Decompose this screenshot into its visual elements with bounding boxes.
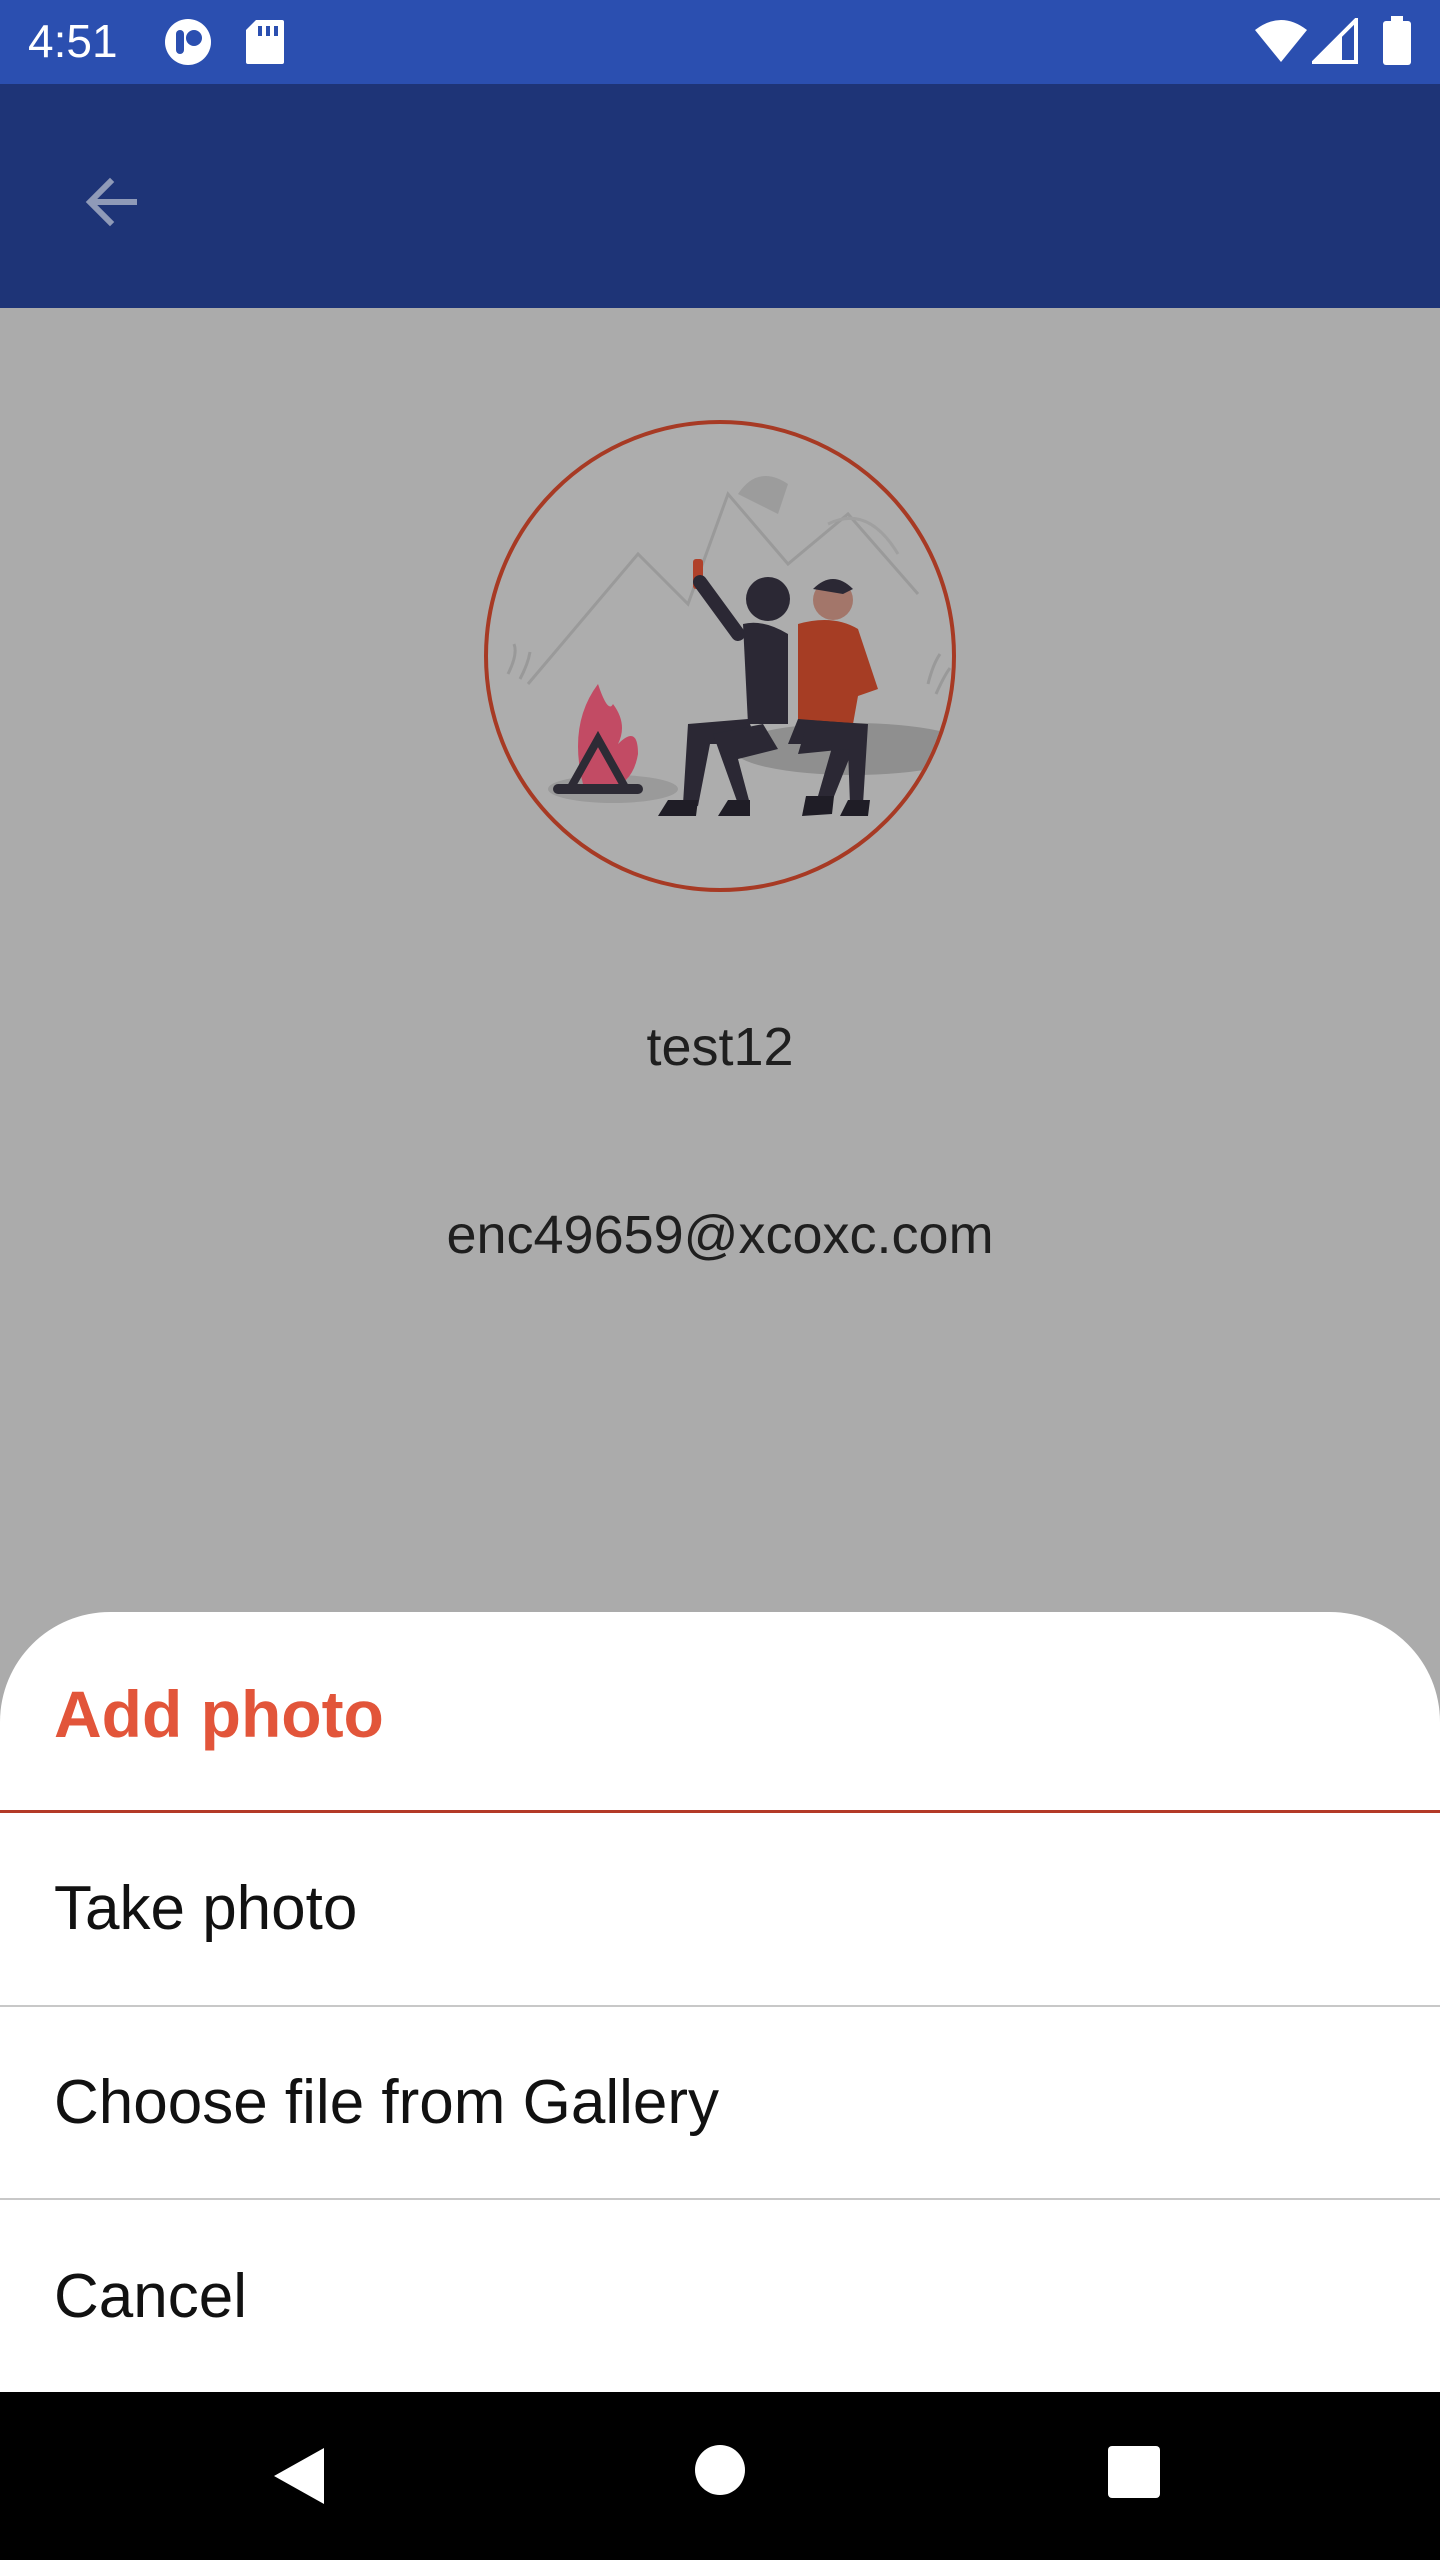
status-time: 4:51 xyxy=(28,15,118,67)
status-bar: 4:51 xyxy=(0,0,1440,84)
back-button[interactable] xyxy=(64,154,160,250)
cancel-label: Cancel xyxy=(54,2261,247,2331)
nav-recents-icon[interactable] xyxy=(1108,2446,1160,2498)
add-photo-sheet: Add photo Take photo Choose file from Ga… xyxy=(0,1612,1440,2392)
cell-signal-icon xyxy=(1312,18,1358,64)
screen: 4:51 test12 enc49659@xcoxc.com Add photo… xyxy=(0,0,1440,2560)
choose-gallery-option[interactable]: Choose file from Gallery xyxy=(0,2006,1440,2198)
campfire-selfie-illustration xyxy=(506,476,952,816)
app-bar xyxy=(0,84,1440,308)
arrow-back-icon xyxy=(85,177,137,227)
sd-card-icon xyxy=(246,20,284,64)
take-photo-label: Take photo xyxy=(54,1873,358,1943)
wifi-icon xyxy=(1255,20,1307,62)
choose-gallery-label: Choose file from Gallery xyxy=(54,2067,720,2137)
profile-avatar[interactable] xyxy=(484,420,956,892)
sheet-title: Add photo xyxy=(54,1677,384,1751)
profile-email: enc49659@xcoxc.com xyxy=(446,1205,994,1265)
accessibility-icon xyxy=(165,19,211,65)
nav-back-icon[interactable] xyxy=(268,2444,332,2508)
nav-home-icon[interactable] xyxy=(694,2444,746,2496)
cancel-option[interactable]: Cancel xyxy=(0,2200,1440,2392)
system-nav-bar xyxy=(0,2392,1440,2560)
profile-content: test12 enc49659@xcoxc.com xyxy=(0,308,1440,1612)
profile-username: test12 xyxy=(646,1017,794,1077)
take-photo-option[interactable]: Take photo xyxy=(0,1812,1440,2004)
battery-icon xyxy=(1383,16,1411,65)
